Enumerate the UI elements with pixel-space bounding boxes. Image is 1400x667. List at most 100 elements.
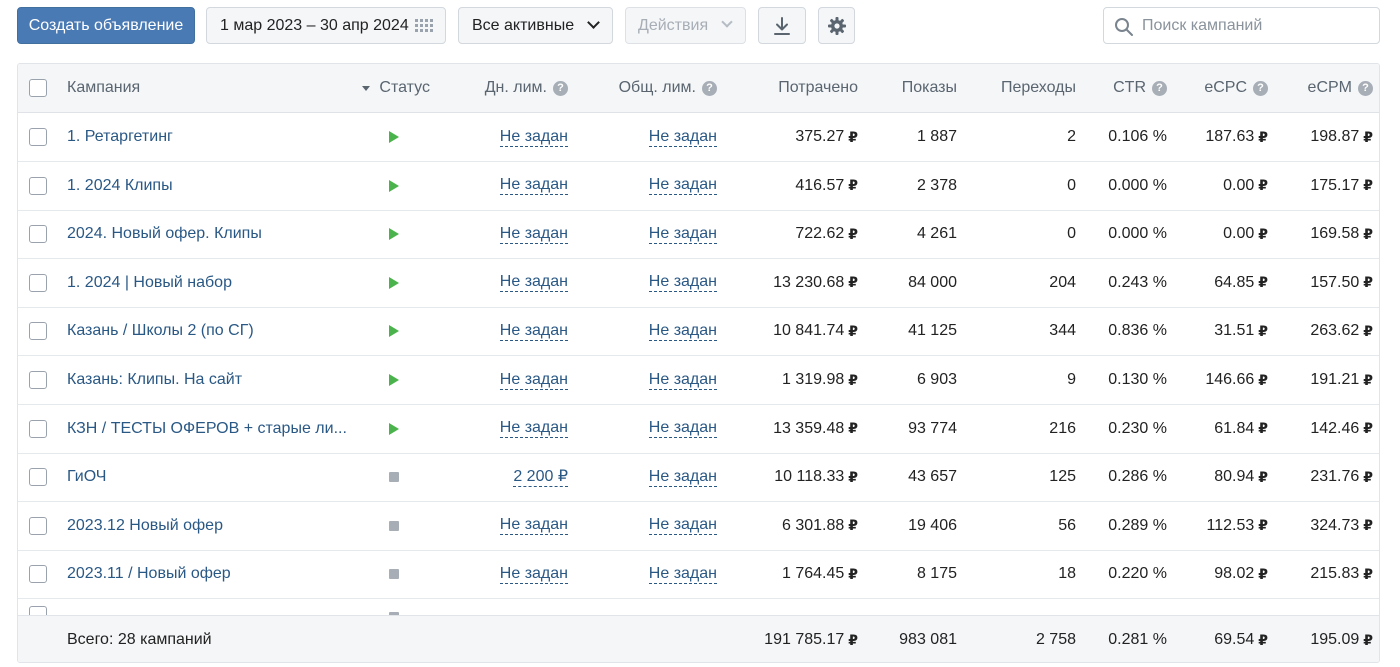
actions-dropdown[interactable]: Действия	[625, 7, 746, 44]
total-limit-link[interactable]: Не задан	[648, 322, 717, 341]
header-shows[interactable]: Показы	[868, 64, 957, 112]
help-icon[interactable]: ?	[1152, 80, 1167, 96]
row-checkbox[interactable]	[29, 453, 47, 501]
total-limit-link[interactable]: Не задан	[648, 516, 717, 536]
day-limit-link[interactable]: Не задан	[499, 419, 568, 439]
total-clicks: 2 758	[1035, 631, 1076, 648]
day-limit-link[interactable]: Не задан	[499, 176, 568, 196]
row-checkbox[interactable]	[29, 307, 47, 355]
shows-cell: 19 406	[908, 516, 957, 534]
row-checkbox[interactable]	[29, 162, 47, 210]
help-icon[interactable]: ?	[1358, 80, 1373, 96]
status-indicator[interactable]	[386, 113, 402, 161]
total-limit-cell: Не задан	[608, 162, 717, 210]
header-day-limit[interactable]: Дн. лим.?	[458, 64, 568, 112]
row-checkbox[interactable]	[29, 550, 47, 598]
row-checkbox[interactable]	[29, 113, 47, 161]
spent-cell: 375.27 ₽	[795, 128, 858, 145]
total-limit-link[interactable]: Не задан	[648, 419, 717, 439]
total-limit-cell: Не задан	[608, 210, 717, 258]
header-total-limit[interactable]: Общ. лим.?	[608, 64, 717, 112]
date-range-picker[interactable]: 1 мар 2023 – 30 апр 2024	[206, 7, 446, 44]
header-status[interactable]: Статус	[360, 64, 430, 112]
status-indicator[interactable]	[386, 259, 402, 307]
status-filter-dropdown[interactable]: Все активные	[458, 7, 613, 44]
header-campaign[interactable]: Кампания	[67, 64, 357, 112]
ecpc-cell: 98.02 ₽	[1214, 565, 1268, 583]
total-limit-link[interactable]: Не задан	[648, 225, 717, 244]
status-indicator[interactable]	[386, 502, 402, 550]
campaign-link[interactable]: 2023.12 Новый офер	[67, 517, 223, 535]
stop-icon	[389, 569, 399, 580]
spent-cell: 10 841.74 ₽	[773, 322, 858, 340]
day-limit-cell: Не задан	[458, 502, 568, 550]
download-button[interactable]	[758, 7, 806, 44]
row-checkbox[interactable]	[29, 210, 47, 258]
header-ecpm[interactable]: eCPM?	[1278, 64, 1373, 112]
total-limit-link[interactable]: Не задан	[648, 565, 717, 584]
ctr-cell: 0.243 %	[1108, 273, 1167, 291]
row-checkbox[interactable]	[29, 259, 47, 307]
table-row: Казань / Школы 2 (по СГ) Не задан Не задан…	[18, 307, 1379, 357]
campaign-link[interactable]: 1. 2024 Клипы	[67, 177, 173, 195]
status-indicator[interactable]	[386, 307, 402, 355]
header-ecpc[interactable]: eCPC?	[1178, 64, 1268, 112]
ecpc-cell: 0.00 ₽	[1223, 176, 1268, 194]
shows-cell: 8 175	[916, 565, 957, 583]
spent-cell: 722.62 ₽	[795, 225, 858, 243]
campaign-search	[1103, 7, 1380, 44]
ecpm-cell: 215.83 ₽	[1310, 565, 1373, 583]
campaign-link[interactable]: Казань / Школы 2 (по СГ)	[67, 322, 254, 340]
ecpm-cell: 175.17 ₽	[1310, 176, 1373, 194]
campaign-link[interactable]: 1. 2024 | Новый набор	[67, 274, 232, 292]
header-ctr[interactable]: CTR?	[1088, 64, 1167, 112]
row-checkbox[interactable]	[29, 356, 47, 404]
day-limit-link[interactable]: Не задан	[499, 322, 568, 341]
status-indicator[interactable]	[386, 356, 402, 404]
create-ad-button[interactable]: Создать объявление	[17, 7, 195, 44]
status-indicator[interactable]	[386, 210, 402, 258]
day-limit-link[interactable]: Не задан	[499, 225, 568, 244]
ecpm-cell: 324.73 ₽	[1310, 516, 1373, 534]
campaign-name-cell: Казань: Клипы. На сайт	[67, 356, 357, 404]
total-limit-link[interactable]: Не задан	[648, 128, 717, 147]
header-clicks[interactable]: Переходы	[968, 64, 1076, 112]
help-icon[interactable]: ?	[553, 80, 568, 96]
day-limit-link[interactable]: Не задан	[499, 516, 568, 536]
clicks-cell: 0	[1067, 176, 1076, 194]
header-spent[interactable]: Потрачено	[738, 64, 858, 112]
ecpm-cell: 198.87 ₽	[1310, 128, 1373, 145]
day-limit-link[interactable]: Не задан	[499, 128, 568, 147]
settings-button[interactable]	[818, 7, 855, 44]
campaign-link[interactable]: Казань: Клипы. На сайт	[67, 371, 242, 389]
total-limit-link[interactable]: Не задан	[648, 176, 717, 196]
help-icon[interactable]: ?	[1253, 80, 1268, 96]
campaign-link[interactable]: 2024. Новый офер. Клипы	[67, 225, 262, 243]
campaign-link[interactable]: ГиОЧ	[67, 468, 106, 486]
day-limit-link[interactable]: 2 200 ₽	[513, 468, 568, 487]
help-icon[interactable]: ?	[702, 80, 717, 96]
row-checkbox[interactable]	[29, 405, 47, 453]
day-limit-link[interactable]: Не задан	[499, 565, 568, 584]
campaign-link[interactable]: КЗН / ТЕСТЫ ОФЕРОВ + старые ли...	[67, 420, 347, 438]
status-indicator[interactable]	[386, 550, 402, 598]
total-ecpm: 195.09 ₽	[1310, 631, 1373, 648]
status-indicator[interactable]	[386, 162, 402, 210]
status-indicator[interactable]	[386, 405, 402, 453]
total-limit-link[interactable]: Не задан	[648, 468, 717, 487]
actions-label: Действия	[638, 16, 709, 34]
campaign-name-cell: КЗН / ТЕСТЫ ОФЕРОВ + старые ли...	[67, 405, 357, 453]
ecpm-cell: 231.76 ₽	[1310, 468, 1373, 486]
play-icon	[389, 228, 399, 241]
status-indicator[interactable]	[386, 453, 402, 501]
row-checkbox[interactable]	[29, 502, 47, 550]
day-limit-link[interactable]: Не задан	[499, 273, 568, 293]
day-limit-link[interactable]: Не задан	[499, 371, 568, 390]
total-limit-link[interactable]: Не задан	[648, 371, 717, 390]
search-input[interactable]	[1142, 12, 1372, 40]
campaign-link[interactable]: 1. Ретаргетинг	[67, 128, 173, 146]
campaign-link[interactable]: 2023.11 / Новый офер	[67, 565, 231, 583]
total-limit-link[interactable]: Не задан	[648, 273, 717, 293]
day-limit-cell: Не задан	[458, 356, 568, 404]
select-all-checkbox[interactable]	[29, 64, 47, 112]
